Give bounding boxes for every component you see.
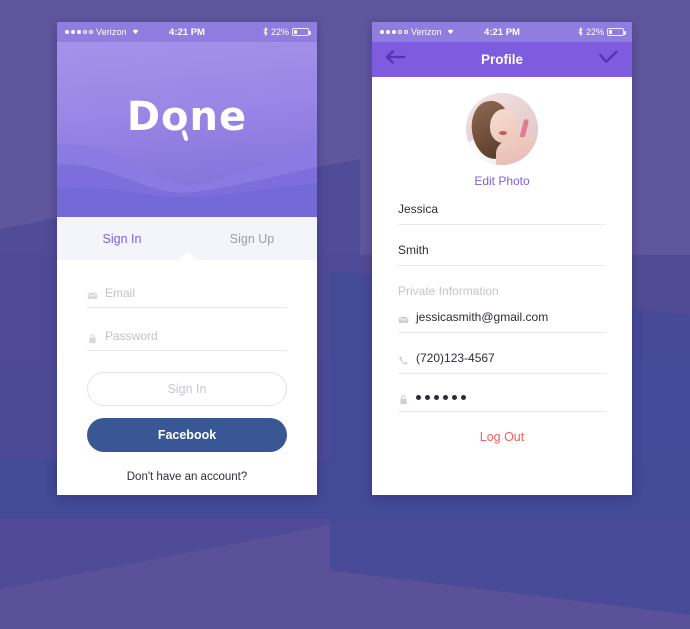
first-name-value: Jessica (398, 202, 439, 216)
lock-icon (87, 331, 98, 343)
tab-sign-up[interactable]: Sign Up (187, 232, 317, 246)
log-out-button[interactable]: Log Out (372, 430, 632, 444)
facebook-login-button[interactable]: Facebook (87, 418, 287, 452)
tab-sign-in[interactable]: Sign In (57, 232, 187, 246)
last-name-field[interactable]: Smith (398, 243, 606, 266)
last-name-value: Smith (398, 243, 429, 257)
status-bar-signin: Verizon 4:21 PM 22% (57, 22, 317, 42)
signin-phone-screen: Verizon 4:21 PM 22% Done Sign In Sign Up (57, 22, 317, 495)
page-title: Profile (480, 52, 523, 67)
checkmark-icon[interactable] (599, 50, 618, 69)
status-bar-profile: Verizon 4:21 PM 22% (372, 22, 632, 42)
no-account-link[interactable]: Don't have an account? (57, 471, 317, 483)
active-tab-indicator (176, 252, 198, 261)
email-field[interactable]: Email (87, 286, 287, 308)
battery-icon (292, 28, 311, 36)
back-arrow-icon[interactable] (385, 50, 406, 69)
email-value: jessicasmith@gmail.com (416, 310, 549, 324)
private-information-header: Private Information (398, 284, 606, 300)
sign-in-button[interactable]: Sign In (87, 372, 287, 406)
lock-icon (398, 392, 409, 405)
phone-field[interactable]: (720)123-4567 (398, 351, 606, 374)
auth-tab-bar: Sign In Sign Up (57, 217, 317, 261)
avatar-section: Edit Photo (372, 77, 632, 188)
mountain-illustration (57, 143, 317, 217)
private-information-label: Private Information (398, 284, 499, 298)
battery-icon (607, 28, 626, 36)
signin-hero-banner: Done (57, 42, 317, 217)
signin-form: Email Password (57, 260, 317, 351)
password-field[interactable]: Password (87, 329, 287, 351)
email-field[interactable]: jessicasmith@gmail.com (398, 310, 606, 333)
phone-value: (720)123-4567 (416, 351, 495, 365)
signin-button-group: Sign In Facebook (57, 372, 317, 452)
edit-photo-link[interactable]: Edit Photo (372, 174, 632, 188)
email-placeholder: Email (105, 286, 136, 300)
profile-form: Jessica Smith Private Information jessic… (372, 188, 632, 412)
phone-icon (398, 353, 409, 365)
password-placeholder: Password (105, 329, 158, 343)
password-value (416, 395, 466, 400)
envelope-icon (398, 312, 409, 323)
first-name-field[interactable]: Jessica (398, 202, 606, 225)
clock-label: 4:21 PM (484, 26, 520, 38)
password-field[interactable] (398, 392, 606, 412)
profile-navigation-bar: Profile (372, 42, 632, 77)
profile-phone-screen: Verizon 4:21 PM 22% Profile Edit Photo J… (372, 22, 632, 495)
avatar[interactable] (466, 93, 538, 165)
clock-label: 4:21 PM (169, 26, 205, 38)
envelope-icon (87, 288, 98, 299)
